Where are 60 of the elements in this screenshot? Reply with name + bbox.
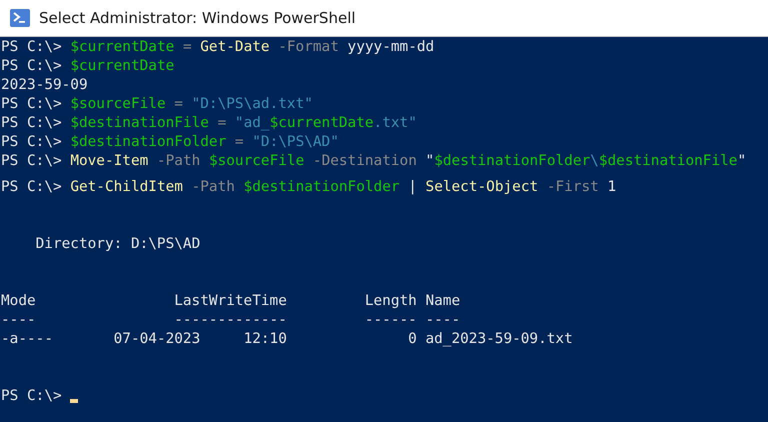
string-text: "D:\PS\ad.txt" xyxy=(192,95,313,114)
parameter-text: -Path xyxy=(156,152,200,171)
parameter-text: -Destination xyxy=(312,152,417,171)
prompt-text: PS C:\> xyxy=(1,387,62,406)
output-text: | xyxy=(408,178,417,197)
header-rule: ---- xyxy=(425,311,462,330)
variable-text: $destinationFile xyxy=(70,114,209,133)
prompt-text: PS C:\> xyxy=(1,178,62,197)
prompt-text: PS C:\> xyxy=(1,95,62,114)
operator-text: = xyxy=(182,38,192,57)
variable-text: $destinationFolder xyxy=(244,178,400,197)
operator-text: = xyxy=(234,133,244,152)
prompt-text: PS C:\> xyxy=(1,133,62,152)
table-cell-text: -a---- xyxy=(1,330,54,349)
variable-text: $currentDate xyxy=(270,114,374,133)
directory-path: D:\PS\AD xyxy=(130,235,200,254)
prompt-text: PS C:\> xyxy=(1,57,62,76)
variable-text: $currentDate xyxy=(70,57,174,76)
table-cell: 0 xyxy=(408,330,417,349)
output-text: 2023-59-09 xyxy=(1,76,88,95)
table-cell: 12:10 xyxy=(244,330,287,349)
output-text: yyyy-mm-dd xyxy=(348,38,434,57)
parameter-text: -First xyxy=(546,178,599,197)
command-text: Get-ChildItem xyxy=(70,178,183,197)
header-rule: ------------- xyxy=(174,311,287,330)
window-title: Select Administrator: Windows PowerShell xyxy=(39,9,356,27)
table-cell-text: ad_2023-59-09.txt xyxy=(425,330,574,349)
prompt-text: PS C:\> xyxy=(1,114,62,133)
string-text: "ad_ xyxy=(234,114,270,133)
command-text: Select-Object xyxy=(426,178,538,197)
table-cell: 07-04-2023 xyxy=(114,330,200,349)
variable-text: $sourceFile xyxy=(70,95,166,114)
variable-text: $destinationFile xyxy=(598,152,738,171)
parameter-text: -Path xyxy=(192,178,235,197)
output-text: " xyxy=(737,152,746,171)
variable-text: $currentDate xyxy=(70,38,174,57)
string-text: "D:\PS\AD" xyxy=(252,133,339,152)
header-rule: ---- xyxy=(1,311,37,330)
command-text: Move-Item xyxy=(70,152,148,171)
terminal-icon xyxy=(10,9,30,27)
column-header: Name xyxy=(425,292,462,311)
header-rule: ------ xyxy=(364,311,417,330)
column-header: LastWriteTime xyxy=(174,292,287,311)
operator-text: = xyxy=(174,95,183,114)
parameter-text: -Format xyxy=(278,38,339,57)
cursor xyxy=(70,399,78,403)
variable-text: $sourceFile xyxy=(208,152,304,171)
prompt-text: PS C:\> xyxy=(1,152,62,171)
output-text: 1 xyxy=(607,178,616,197)
command-text: Get-Date xyxy=(200,38,270,57)
variable-text: $destinationFolder xyxy=(434,152,590,171)
variable-text: $destinationFolder xyxy=(70,133,226,152)
string-text: .txt" xyxy=(374,114,417,133)
column-header: Mode xyxy=(1,292,37,311)
prompt-text: PS C:\> xyxy=(1,38,62,57)
string-text: \ xyxy=(590,152,599,171)
operator-text: = xyxy=(218,114,226,133)
column-header: Length xyxy=(364,292,417,311)
directory-label: Directory: xyxy=(36,235,122,254)
output-text: " xyxy=(426,152,434,171)
